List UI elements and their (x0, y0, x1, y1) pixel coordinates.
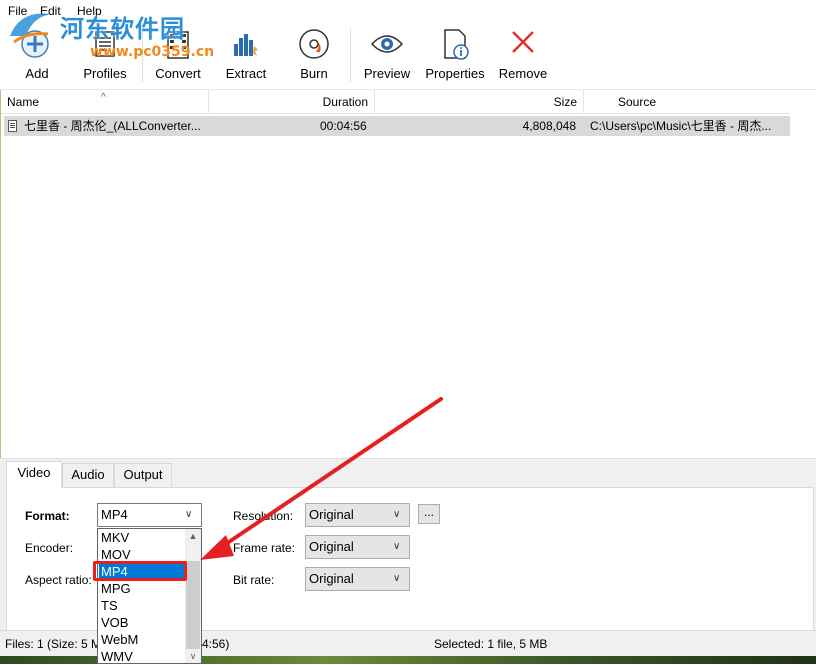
remove-icon (512, 31, 534, 53)
tab-video[interactable]: Video (6, 461, 62, 489)
bit-rate-select[interactable]: Original ∨ (305, 567, 410, 591)
format-dropdown[interactable]: MKV MOV MP4 MPG TS VOB WebM WMV ▲ ∨ (97, 528, 202, 664)
burn-label: Burn (300, 66, 328, 81)
list-right-gutter (790, 90, 816, 458)
menu-help[interactable]: Help (77, 4, 102, 18)
frame-rate-select[interactable]: Original ∨ (305, 535, 410, 559)
status-files: Files: 1 (Size: 5 M (5, 637, 102, 651)
format-option-mpg[interactable]: MPG (99, 580, 185, 597)
toolbar-separator (142, 28, 143, 82)
extract-icon (234, 34, 258, 56)
format-option-ts[interactable]: TS (99, 597, 185, 614)
resolution-value: Original (309, 507, 354, 522)
tab-audio-label: Audio (71, 467, 105, 482)
remove-label: Remove (498, 66, 548, 81)
column-name[interactable]: Name ^ (1, 90, 209, 114)
add-button[interactable]: Add (14, 22, 60, 88)
format-label: Format: (25, 509, 70, 523)
column-duration[interactable]: Duration (209, 90, 375, 114)
format-option-wmv[interactable]: WMV (99, 648, 185, 665)
chevron-down-icon: ∨ (393, 541, 401, 552)
menu-file[interactable]: File (8, 4, 27, 18)
properties-button[interactable]: Properties (424, 22, 486, 88)
format-option-mkv[interactable]: MKV (99, 529, 185, 546)
scroll-down-icon[interactable]: ∨ (185, 649, 201, 663)
tab-video-label: Video (17, 465, 51, 480)
properties-icon (444, 29, 469, 60)
status-selected: Selected: 1 file, 5 MB (434, 637, 548, 651)
table-row[interactable]: 七里香 - 周杰伦_(ALLConverter... 00:04:56 4,80… (4, 116, 791, 136)
format-value: MP4 (101, 507, 128, 522)
row-name: 七里香 - 周杰伦_(ALLConverter... (24, 119, 201, 133)
resolution-select[interactable]: Original ∨ (305, 503, 410, 527)
row-duration: 00:04:56 (320, 119, 367, 133)
audio-file-icon (8, 120, 17, 132)
chevron-down-icon: ∨ (393, 509, 401, 520)
convert-button[interactable]: Convert (150, 22, 206, 88)
toolbar-separator (350, 28, 351, 82)
profiles-icon (95, 31, 115, 57)
file-list: Name ^ Duration Size Source 七里香 - 周杰伦_(A… (0, 90, 816, 458)
frame-rate-value: Original (309, 539, 354, 554)
tab-audio[interactable]: Audio (62, 463, 114, 487)
resolution-label: Resolution: (233, 509, 294, 523)
format-option-vob[interactable]: VOB (99, 614, 185, 631)
burn-button[interactable]: Burn (290, 22, 338, 88)
preview-label: Preview (363, 66, 411, 81)
resolution-more-button[interactable]: ... (418, 504, 440, 524)
preview-icon (370, 35, 404, 53)
extract-button[interactable]: Extract (220, 22, 272, 88)
format-option-webm[interactable]: WebM (99, 631, 185, 648)
bit-rate-label: Bit rate: (233, 573, 275, 587)
properties-label: Properties (425, 66, 485, 81)
convert-icon (167, 31, 189, 59)
menu-bar: File Edit Help (0, 0, 816, 22)
column-name-label: Name (7, 95, 40, 109)
column-source[interactable]: Source (584, 90, 791, 114)
convert-label: Convert (155, 66, 201, 81)
aspect-ratio-label: Aspect ratio: (25, 573, 92, 587)
column-duration-label: Duration (322, 95, 368, 109)
remove-button[interactable]: Remove (498, 22, 548, 88)
column-source-label: Source (618, 95, 657, 109)
toolbar: Add Profiles Convert Extract Burn Previe… (0, 22, 816, 90)
extract-label: Extract (225, 66, 267, 81)
tab-output[interactable]: Output (114, 463, 172, 487)
column-size-label: Size (553, 95, 577, 109)
add-icon (21, 30, 49, 58)
encoder-label: Encoder: (25, 541, 74, 555)
sort-up-icon: ^ (101, 92, 106, 103)
dropdown-scrollbar[interactable]: ▲ ∨ (185, 529, 201, 663)
row-source: C:\Users\pc\Music\七里香 - 周杰... (590, 119, 772, 133)
status-files-duration: 4:56) (202, 637, 230, 651)
chevron-down-icon: ∨ (185, 509, 193, 520)
scroll-up-icon[interactable]: ▲ (185, 529, 201, 543)
menu-edit[interactable]: Edit (40, 4, 61, 18)
column-size[interactable]: Size (375, 90, 584, 114)
chevron-down-icon: ∨ (393, 573, 401, 584)
highlight-box (93, 561, 187, 581)
list-header: Name ^ Duration Size Source (1, 90, 791, 114)
burn-icon (299, 29, 329, 59)
frame-rate-label: Frame rate: (233, 541, 296, 555)
format-select[interactable]: MP4 ∨ (97, 503, 202, 527)
profiles-button[interactable]: Profiles (78, 22, 132, 88)
scrollbar-thumb[interactable] (186, 561, 200, 649)
bit-rate-value: Original (309, 571, 354, 586)
add-label: Add (25, 66, 49, 81)
preview-button[interactable]: Preview (362, 22, 412, 88)
tab-output-label: Output (123, 467, 163, 482)
profiles-label: Profiles (83, 66, 127, 81)
resolution-more-label: ... (423, 505, 434, 519)
row-size: 4,808,048 (522, 119, 576, 133)
